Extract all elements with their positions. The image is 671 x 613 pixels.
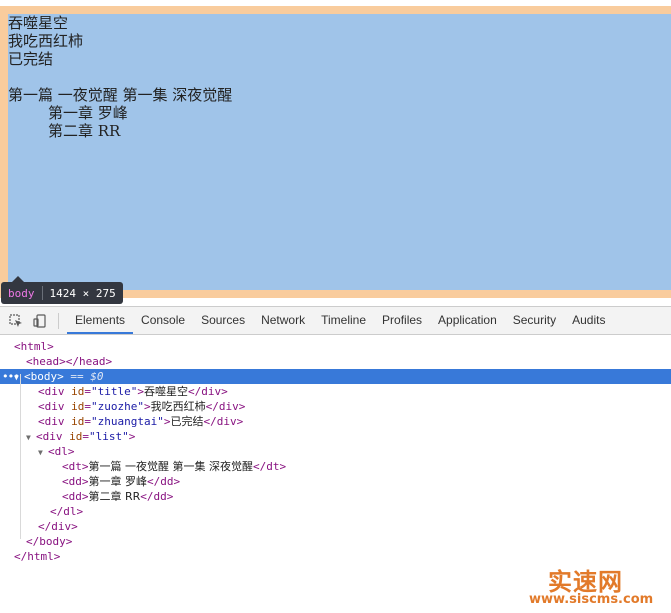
dom-node-div-list[interactable]: ▼ <div id="list"> bbox=[0, 429, 671, 444]
dom-node-dl[interactable]: ▼ <dl> bbox=[0, 444, 671, 459]
more-options-icon[interactable]: ••• bbox=[2, 369, 20, 384]
dom-node-dd[interactable]: <dd>第一章 罗峰</dd> bbox=[0, 474, 671, 489]
dom-tree: <html> <head></head> ••• ▼ <body> == $0 <… bbox=[0, 335, 671, 564]
dom-node-dl-close[interactable]: </dl> bbox=[0, 504, 671, 519]
book-status: 已完结 bbox=[8, 50, 54, 68]
chapter-list-item: 第二章 RR bbox=[48, 122, 121, 140]
tab-sources[interactable]: Sources bbox=[193, 307, 253, 334]
page-viewport: 吞噬星空 我吃西红柿 已完结 第一篇 一夜觉醒 第一集 深夜觉醒 第一章 罗峰 … bbox=[0, 0, 671, 300]
tab-security[interactable]: Security bbox=[505, 307, 564, 334]
body-content-overlay: 吞噬星空 我吃西红柿 已完结 第一篇 一夜觉醒 第一集 深夜觉醒 第一章 罗峰 … bbox=[8, 14, 671, 290]
expand-arrow-icon[interactable]: ▼ bbox=[38, 445, 48, 460]
expand-arrow-icon[interactable]: ▼ bbox=[26, 430, 36, 445]
element-tooltip: body 1424 × 275 bbox=[1, 282, 123, 304]
tooltip-divider bbox=[41, 286, 43, 300]
tab-timeline[interactable]: Timeline bbox=[313, 307, 374, 334]
dom-node-div-zuozhe[interactable]: <div id="zuozhe">我吃西红柿</div> bbox=[0, 399, 671, 414]
tooltip-tag: body bbox=[8, 286, 35, 300]
chapter-list-title: 第一篇 一夜觉醒 第一集 深夜觉醒 bbox=[8, 86, 233, 104]
dl-spacer bbox=[8, 68, 671, 86]
dom-node-head[interactable]: <head></head> bbox=[0, 354, 671, 369]
console-ref: == $0 bbox=[70, 370, 104, 383]
inspect-element-icon[interactable] bbox=[8, 313, 24, 329]
tab-elements[interactable]: Elements bbox=[67, 307, 134, 334]
dom-node-div-zhuangtai[interactable]: <div id="zhuangtai">已完结</div> bbox=[0, 414, 671, 429]
tab-application[interactable]: Application bbox=[430, 307, 505, 334]
toolbar-divider bbox=[58, 312, 59, 329]
book-title: 吞噬星空 bbox=[8, 14, 69, 32]
tooltip-size: 1424 × 275 bbox=[49, 286, 116, 300]
watermark-url: www.siscms.com bbox=[529, 592, 654, 607]
tab-profiles[interactable]: Profiles bbox=[374, 307, 430, 334]
dom-node-dd[interactable]: <dd>第二章 RR</dd> bbox=[0, 489, 671, 504]
tree-guide-line bbox=[20, 374, 21, 539]
dom-node-html[interactable]: <html> bbox=[0, 339, 671, 354]
device-toggle-icon[interactable] bbox=[32, 313, 48, 329]
dom-node-body-close[interactable]: </body> bbox=[0, 534, 671, 549]
dom-node-dt[interactable]: <dt>第一篇 一夜觉醒 第一集 深夜觉醒</dt> bbox=[0, 459, 671, 474]
tab-console[interactable]: Console bbox=[133, 307, 193, 334]
tab-audits[interactable]: Audits bbox=[564, 307, 613, 334]
tab-network[interactable]: Network bbox=[253, 307, 313, 334]
devtools-toolbar: Elements Console Sources Network Timelin… bbox=[0, 307, 671, 335]
dom-node-div-title[interactable]: <div id="title">吞噬星空</div> bbox=[0, 384, 671, 399]
book-author: 我吃西红柿 bbox=[8, 32, 84, 50]
chapter-list-item: 第一章 罗峰 bbox=[48, 104, 128, 122]
dom-node-div-close[interactable]: </div> bbox=[0, 519, 671, 534]
dom-node-body[interactable]: ••• ▼ <body> == $0 bbox=[0, 369, 671, 384]
